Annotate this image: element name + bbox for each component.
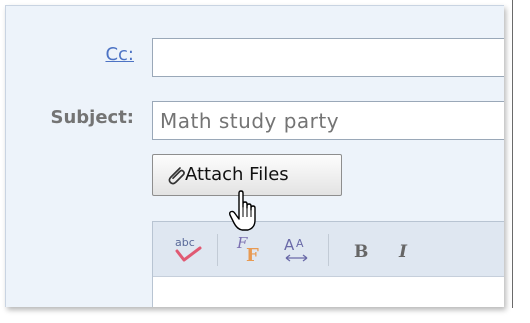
bold-label: B	[354, 242, 368, 262]
window-edge	[512, 0, 513, 308]
paperclip-icon	[168, 167, 185, 185]
svg-text:A: A	[296, 237, 304, 250]
toolbar-separator	[217, 234, 218, 266]
cc-field[interactable]	[152, 38, 504, 77]
formatting-toolbar: abc F F A A B I	[152, 221, 504, 307]
subject-label: Subject:	[50, 107, 134, 128]
toolbar-separator	[328, 234, 329, 266]
subject-field[interactable]: Math study party	[152, 101, 504, 140]
font-size-icon[interactable]: A A	[281, 234, 315, 266]
italic-label: I	[398, 242, 408, 262]
svg-text:A: A	[284, 236, 295, 254]
bold-button[interactable]: B	[343, 234, 377, 266]
spellcheck-icon[interactable]: abc	[171, 234, 205, 266]
cc-link[interactable]: Cc:	[6, 44, 134, 65]
svg-text:F: F	[246, 245, 259, 266]
compose-panel: Cc: Subject: Math study party Attach Fil…	[5, 5, 504, 307]
svg-text:abc: abc	[175, 236, 195, 249]
attach-files-label: Attach Files	[185, 164, 289, 185]
italic-button[interactable]: I	[389, 234, 423, 266]
subject-value: Math study party	[160, 109, 340, 133]
font-family-icon[interactable]: F F	[233, 234, 267, 266]
message-body-area[interactable]	[153, 277, 504, 307]
hand-cursor-icon	[229, 190, 256, 231]
